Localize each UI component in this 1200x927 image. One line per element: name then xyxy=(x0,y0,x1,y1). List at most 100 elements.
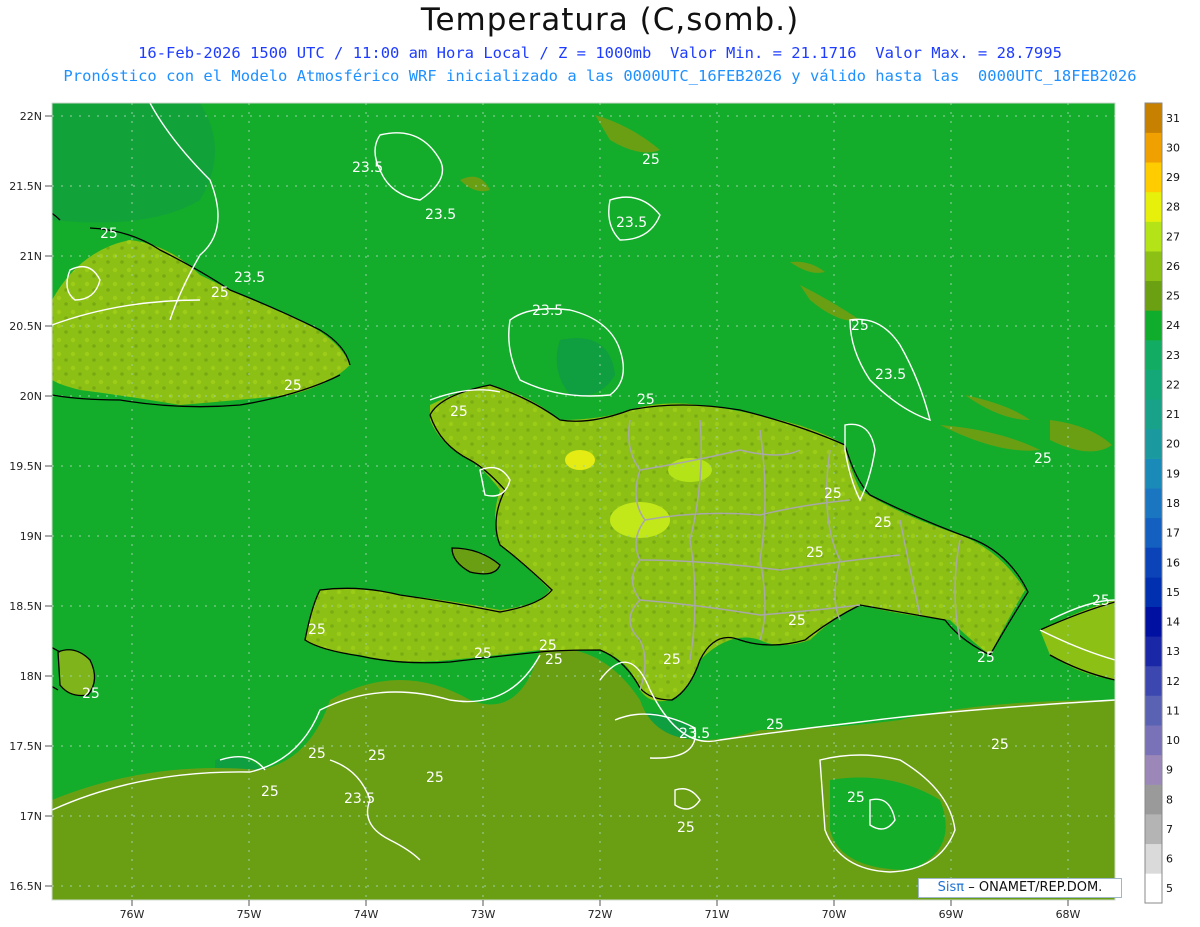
colorbar-label: 15 xyxy=(1166,586,1180,599)
lat-label: 16.5N xyxy=(9,880,42,893)
colorbar-label: 11 xyxy=(1166,704,1180,717)
contour-label: 25 xyxy=(847,790,865,806)
contour-label: 23.5 xyxy=(344,791,375,807)
colorbar-label: 27 xyxy=(1166,230,1180,243)
contour-label: 25 xyxy=(284,378,302,394)
colorbar-swatch xyxy=(1145,340,1162,370)
contour-label: 25 xyxy=(788,613,806,629)
lon-label: 69W xyxy=(939,908,964,921)
colorbar-swatch xyxy=(1145,636,1162,667)
lon-label-group: 76W 75W 74W 73W 72W 71W 70W 69W 68W xyxy=(120,908,1081,921)
contour-label: 25 xyxy=(100,226,118,242)
colorbar-swatch xyxy=(1145,547,1162,578)
colorbar-swatch xyxy=(1145,280,1162,311)
contour-label: 25 xyxy=(677,820,695,836)
contour-label: 25 xyxy=(368,748,386,764)
temperature-map: 23.5 23.5 23.5 23.5 23.5 23.5 23.5 23.5 … xyxy=(9,102,1180,921)
colorbar-swatch xyxy=(1145,132,1162,163)
lon-label: 70W xyxy=(822,908,847,921)
colorbar-swatch xyxy=(1145,251,1162,282)
colorbar-label: 8 xyxy=(1166,793,1173,806)
contour-label: 23.5 xyxy=(352,160,383,176)
lon-label: 71W xyxy=(705,908,730,921)
warm-spot-center xyxy=(610,502,670,538)
colorbar-label: 23 xyxy=(1166,349,1180,362)
contour-label: 25 xyxy=(637,392,655,408)
contour-label: 25 xyxy=(642,152,660,168)
contour-label: 25 xyxy=(977,650,995,666)
lon-ticks xyxy=(131,900,1069,906)
colorbar-swatch xyxy=(1145,784,1162,815)
colorbar-label: 17 xyxy=(1166,527,1180,540)
contour-label: 25 xyxy=(663,652,681,668)
colorbar-label: 30 xyxy=(1166,141,1180,154)
colorbar-label: 9 xyxy=(1166,764,1173,777)
contour-label: 25 xyxy=(450,404,468,420)
colorbar-swatch xyxy=(1145,458,1162,489)
contour-label: 23.5 xyxy=(679,726,710,742)
contour-label: 25 xyxy=(82,686,100,702)
colorbar-label: 12 xyxy=(1166,675,1180,688)
colorbar-label: 22 xyxy=(1166,378,1180,391)
lat-label: 17.5N xyxy=(9,740,42,753)
colorbar-label: 7 xyxy=(1166,823,1173,836)
colorbar-swatch xyxy=(1145,191,1162,222)
contour-label: 23.5 xyxy=(875,367,906,383)
credit-brand: Sisπ xyxy=(937,880,965,895)
lon-label: 72W xyxy=(588,908,613,921)
plot-area: 23.5 23.5 23.5 23.5 23.5 23.5 23.5 23.5 … xyxy=(52,103,1115,900)
lat-label: 21N xyxy=(20,250,42,263)
colorbar-swatch xyxy=(1145,399,1162,430)
contour-label: 25 xyxy=(261,784,279,800)
colorbar-swatch xyxy=(1145,103,1162,133)
lon-label: 74W xyxy=(354,908,379,921)
contour-label: 25 xyxy=(851,318,869,334)
colorbar-swatch xyxy=(1145,221,1162,252)
colorbar-swatch xyxy=(1145,814,1162,845)
colorbar-swatch xyxy=(1145,873,1162,904)
colorbar-label: 13 xyxy=(1166,645,1180,658)
colorbar-label: 14 xyxy=(1166,616,1180,629)
contour-label: 25 xyxy=(308,622,326,638)
lat-label: 18.5N xyxy=(9,600,42,613)
colorbar: 5 6 7 8 9 10 11 12 13 14 15 16 17 18 19 20 21 22 23 24 25 26 2… xyxy=(1144,102,1180,904)
contour-label: 25 xyxy=(806,545,824,561)
colorbar-label: 26 xyxy=(1166,260,1180,273)
lon-label: 76W xyxy=(120,908,145,921)
contour-label: 25 xyxy=(474,646,492,662)
credit-box: Sisπ – ONAMET/REP.DOM. xyxy=(918,878,1122,898)
colorbar-swatch xyxy=(1145,162,1162,193)
lon-label: 73W xyxy=(471,908,496,921)
lon-label: 75W xyxy=(237,908,262,921)
colorbar-label: 20 xyxy=(1166,438,1180,451)
contour-label: 25 xyxy=(1092,593,1110,609)
colorbar-label: 25 xyxy=(1166,290,1180,303)
colorbar-label: 5 xyxy=(1166,882,1173,895)
lat-label: 19N xyxy=(20,530,42,543)
colorbar-swatch xyxy=(1145,517,1162,548)
lat-label-group: 22N 21.5N 21N 20.5N 20N 19.5N 19N 18.5N … xyxy=(9,110,42,893)
contour-label: 25 xyxy=(211,285,229,301)
colorbar-label: 18 xyxy=(1166,497,1180,510)
colorbar-label: 24 xyxy=(1166,319,1180,332)
lat-label: 17N xyxy=(20,810,42,823)
colorbar-label: 21 xyxy=(1166,408,1180,421)
contour-label: 25 xyxy=(308,746,326,762)
colorbar-swatch xyxy=(1145,488,1162,519)
colorbar-swatch xyxy=(1145,725,1162,756)
colorbar-label: 28 xyxy=(1166,201,1180,214)
colorbar-swatch xyxy=(1145,754,1162,785)
contour-label: 23.5 xyxy=(532,303,563,319)
colorbar-swatch xyxy=(1145,310,1162,341)
contour-label: 23.5 xyxy=(616,215,647,231)
colorbar-swatch xyxy=(1145,695,1162,726)
contour-label: 23.5 xyxy=(425,207,456,223)
colorbar-swatch xyxy=(1145,577,1162,608)
contour-label: 25 xyxy=(545,652,563,668)
colorbar-label: 19 xyxy=(1166,467,1180,480)
contour-label: 25 xyxy=(766,717,784,733)
colorbar-swatch xyxy=(1145,428,1162,459)
credit-text: – ONAMET/REP.DOM. xyxy=(968,880,1103,895)
colorbar-swatch xyxy=(1145,843,1162,874)
warm-spot-north xyxy=(565,450,595,470)
